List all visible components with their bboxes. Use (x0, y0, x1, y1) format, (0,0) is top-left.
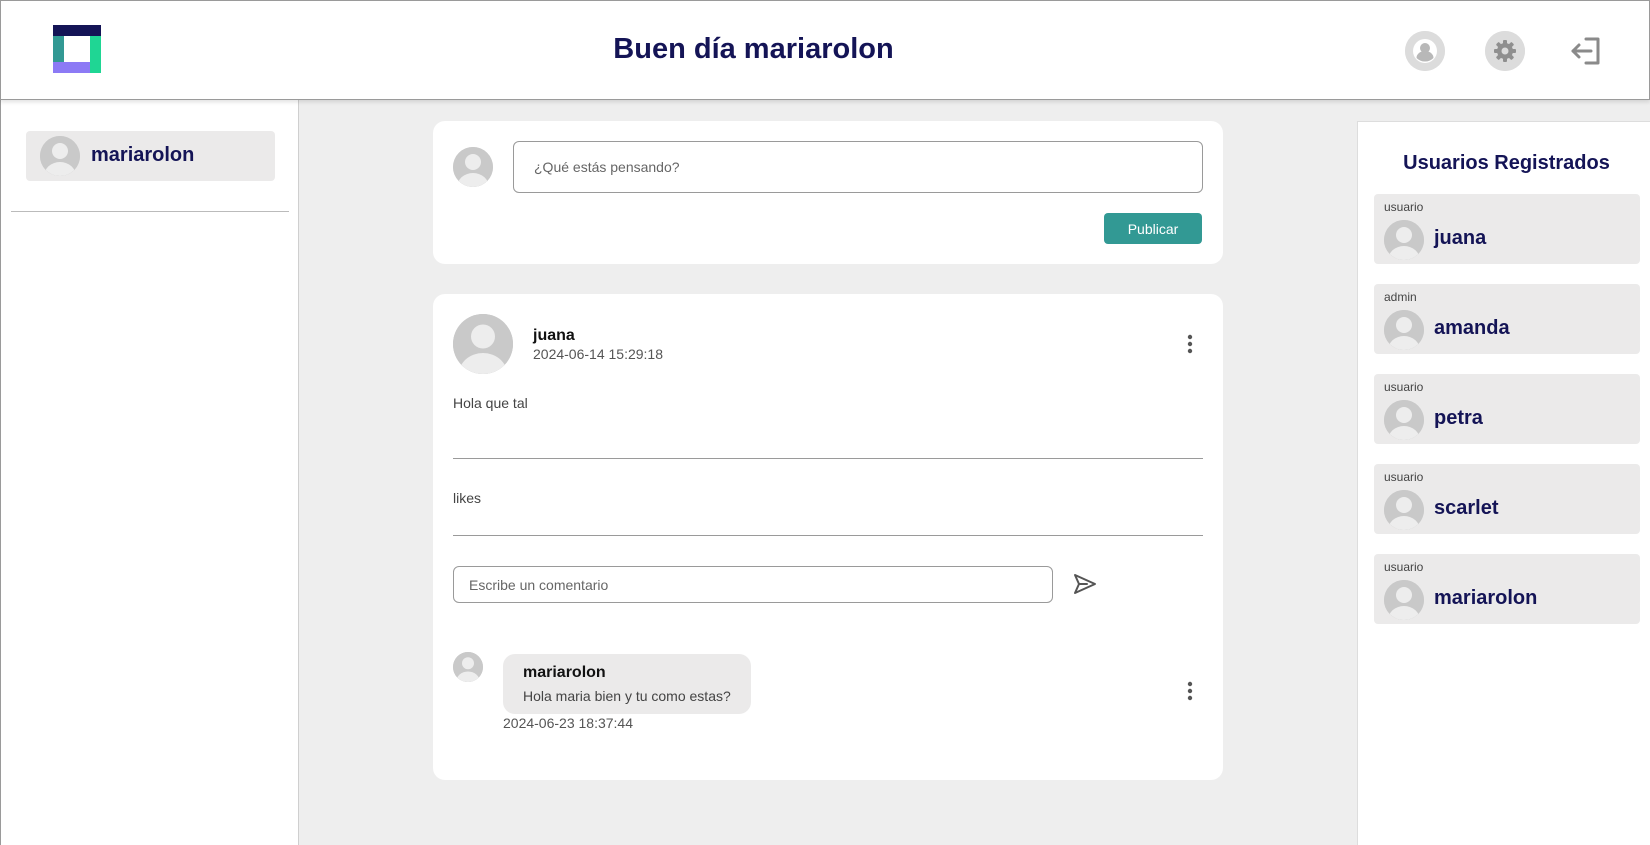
post-input[interactable] (513, 141, 1203, 193)
logout-icon (1571, 37, 1600, 65)
avatar (453, 314, 513, 374)
more-vertical-icon (1187, 334, 1193, 354)
user-role: usuario (1384, 560, 1424, 574)
user-name: mariarolon (1434, 587, 1538, 609)
user-role: usuario (1384, 200, 1424, 214)
comment-text: Hola maria bien y tu como estas? (523, 688, 731, 704)
post-card: juana 2024-06-14 15:29:18 Hola que tal l… (433, 294, 1223, 780)
avatar (1384, 400, 1424, 440)
user-role: usuario (1384, 470, 1424, 484)
comment-options-button[interactable] (1178, 679, 1202, 703)
profile-button[interactable] (1405, 31, 1445, 71)
settings-button[interactable] (1485, 31, 1525, 71)
user-name: juana (1434, 227, 1487, 249)
post-options-button[interactable] (1178, 332, 1202, 356)
avatar (1384, 580, 1424, 620)
compose-card: Publicar (433, 121, 1223, 264)
panel-title: Usuarios Registrados (1403, 152, 1610, 174)
user-card[interactable]: usuario scarlet (1374, 464, 1640, 534)
user-avatar-icon (453, 314, 513, 374)
divider (453, 535, 1203, 536)
publish-button[interactable]: Publicar (1104, 213, 1202, 244)
user-role: admin (1384, 290, 1417, 304)
top-header: Buen día mariarolon (0, 0, 1650, 100)
current-user-name: mariarolon (91, 144, 195, 166)
user-card[interactable]: admin amanda (1374, 284, 1640, 354)
avatar (1384, 490, 1424, 530)
left-sidebar: mariarolon (0, 100, 299, 845)
logout-button[interactable] (1565, 31, 1605, 71)
avatar (453, 147, 493, 187)
user-avatar-icon (453, 147, 493, 187)
divider (11, 211, 289, 212)
post-body: Hola que tal (453, 395, 528, 411)
user-card[interactable]: usuario juana (1374, 194, 1640, 264)
user-avatar-icon (1384, 580, 1424, 620)
user-name: petra (1434, 407, 1483, 429)
avatar (40, 136, 80, 176)
avatar (1384, 310, 1424, 350)
comment-bubble: mariarolon Hola maria bien y tu como est… (503, 654, 751, 714)
user-avatar-icon (1384, 220, 1424, 260)
more-vertical-icon (1187, 681, 1193, 701)
user-card[interactable]: usuario mariarolon (1374, 554, 1640, 624)
gear-icon (1485, 31, 1525, 71)
user-profile-icon (1405, 31, 1445, 71)
post-timestamp: 2024-06-14 15:29:18 (533, 346, 663, 362)
likes-label: likes (453, 490, 482, 506)
comment-timestamp: 2024-06-23 18:37:44 (503, 715, 633, 731)
comment-input[interactable] (453, 566, 1053, 603)
avatar (453, 652, 483, 682)
avatar (1384, 220, 1424, 260)
user-avatar-icon (453, 652, 483, 682)
user-avatar-icon (1384, 490, 1424, 530)
user-avatar-icon (1384, 400, 1424, 440)
post-author: juana (533, 327, 575, 344)
page-title: Buen día mariarolon (613, 33, 894, 65)
user-name: scarlet (1434, 497, 1499, 519)
user-card[interactable]: usuario petra (1374, 374, 1640, 444)
divider (453, 458, 1203, 459)
user-name: amanda (1434, 317, 1510, 339)
user-avatar-icon (40, 136, 80, 176)
user-role: usuario (1384, 380, 1424, 394)
user-avatar-icon (1384, 310, 1424, 350)
send-comment-button[interactable] (1072, 571, 1098, 597)
comment-author: mariarolon (523, 664, 606, 681)
send-icon (1074, 574, 1096, 594)
registered-users-panel: Usuarios Registrados usuario juana admin… (1357, 121, 1650, 845)
current-user-item[interactable]: mariarolon (26, 131, 275, 181)
